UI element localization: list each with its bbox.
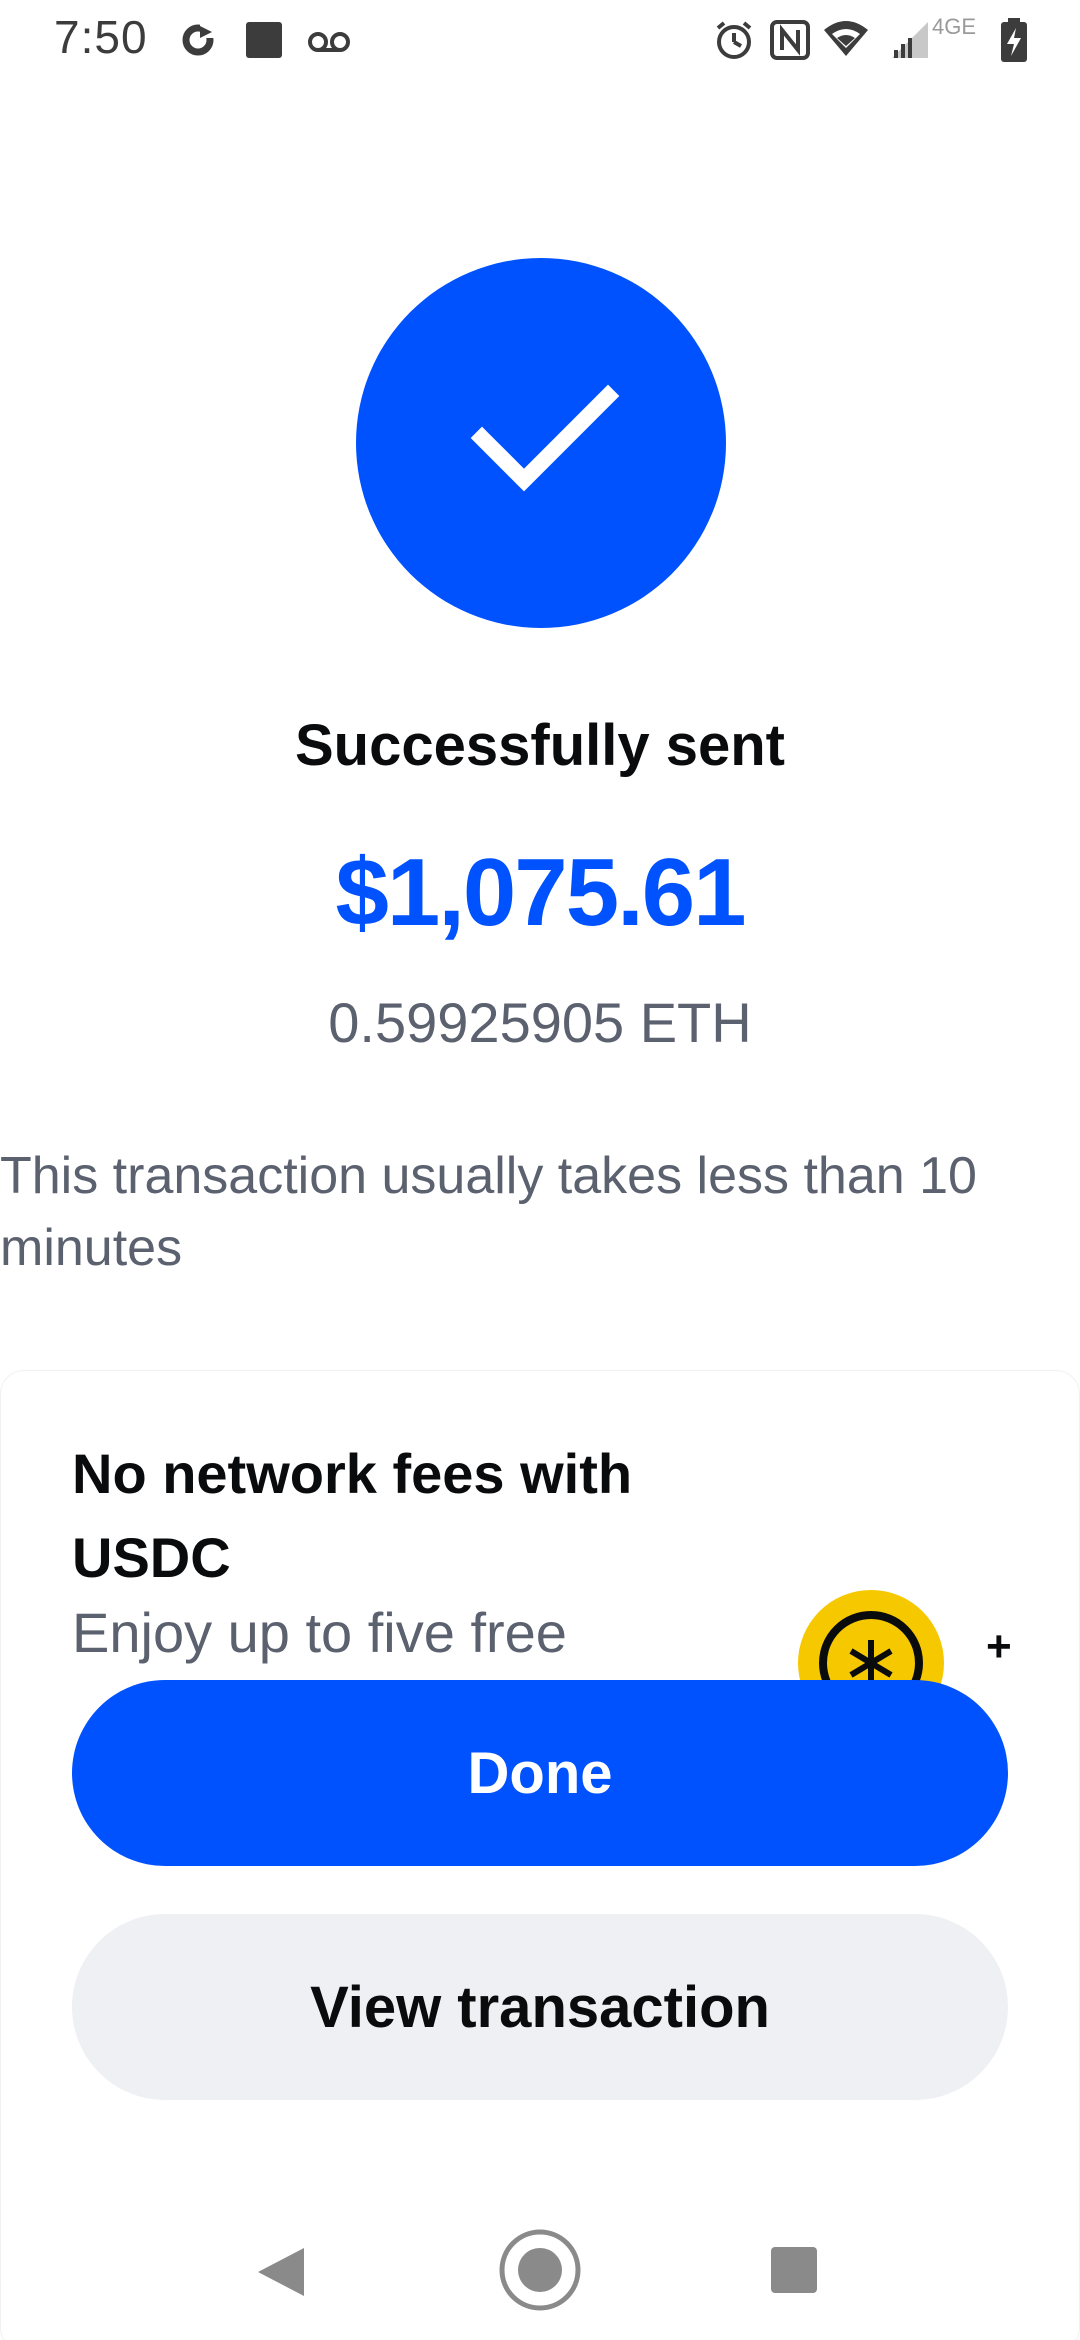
success-title: Successfully sent [295,713,785,778]
voicemail-icon [306,18,352,67]
done-button[interactable]: Done [72,1680,1008,1866]
promo-title: No network fees with USDC [72,1442,633,1589]
nfc-icon [768,18,812,67]
recents-icon[interactable] [768,2244,820,2301]
signal-icon [888,18,934,67]
home-icon[interactable] [496,2226,584,2319]
view-transaction-button[interactable]: View transaction [72,1914,1008,2100]
promo-subtitle: Enjoy up to five free [72,1601,567,1664]
network-type-label: 4GE [932,14,977,39]
fiat-amount: $1,075.61 [335,839,746,946]
crypto-amount: 0.59925905 ETH [328,991,752,1054]
success-checkmark-circle [356,258,726,628]
alarm-icon [712,18,756,67]
square-notification-icon [244,18,284,67]
checkmark-icon [470,384,620,492]
status-time: 7:50 [54,11,148,63]
wifi-icon [822,18,870,67]
sync-icon [178,18,218,67]
battery-charging-icon [998,18,1030,69]
back-icon[interactable] [254,2244,306,2305]
transaction-time-info: This transaction usually takes less than… [0,1147,977,1277]
status-bar: 7:50 4GE [0,0,1080,80]
transaction-success-screen: 7:50 4GE Successfully sent $1,075.61 0.5… [0,0,1080,2340]
system-nav-bar [0,2190,1080,2340]
promo-plus-icon: + [986,1622,1012,1671]
